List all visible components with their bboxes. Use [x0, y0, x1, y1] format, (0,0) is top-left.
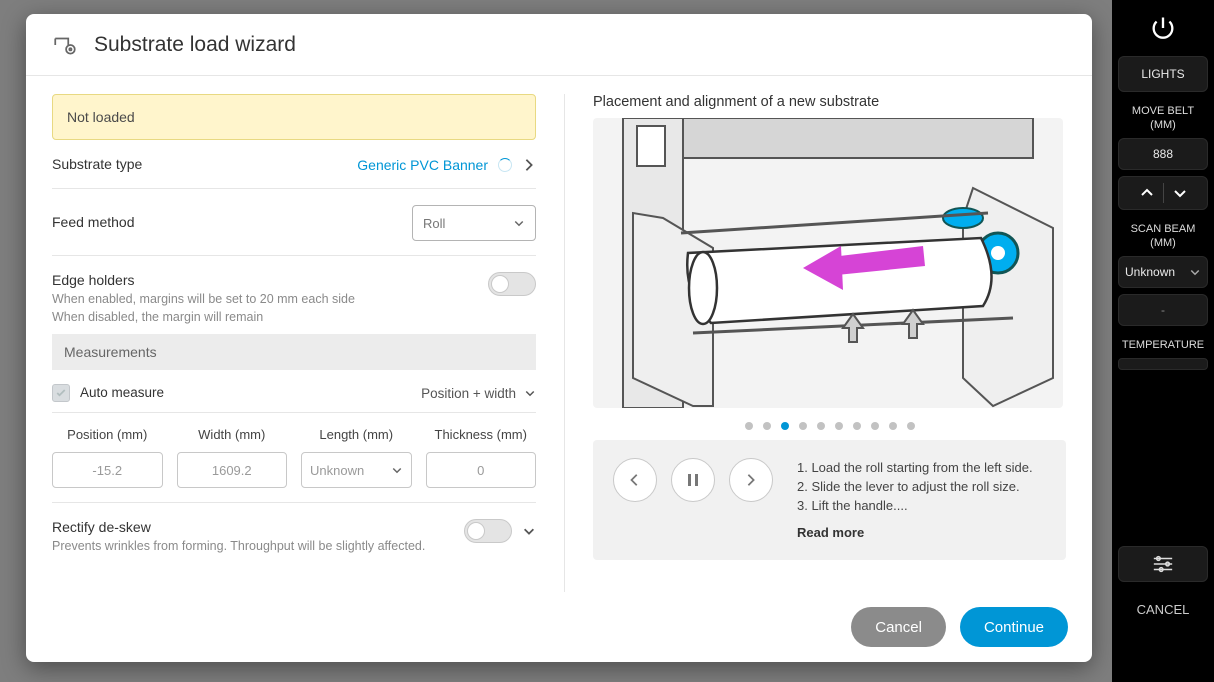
deskew-desc: Prevents wrinkles from forming. Throughp…: [52, 537, 454, 555]
edge-holders-label: Edge holders: [52, 272, 488, 288]
guide-panel: 1. Load the roll starting from the left …: [593, 440, 1066, 560]
status-banner: Not loaded: [52, 94, 536, 140]
modal-footer: Cancel Continue: [26, 592, 1092, 662]
scan-beam-label: SCAN BEAM (MM): [1118, 222, 1208, 250]
chevron-left-icon: [628, 473, 642, 487]
chevron-down-icon: [391, 464, 403, 476]
substrate-type-label: Substrate type: [52, 156, 142, 172]
carousel-prev-button[interactable]: [613, 458, 657, 502]
carousel-dot[interactable]: [835, 422, 843, 430]
carousel-dots: [593, 422, 1066, 430]
chevron-up-icon[interactable]: [1139, 185, 1155, 201]
wizard-right-column: Placement and alignment of a new substra…: [564, 94, 1066, 592]
carousel-dot[interactable]: [853, 422, 861, 430]
substrate-icon: [52, 32, 78, 58]
modal-title: Substrate load wizard: [94, 33, 296, 57]
substrate-illustration: [593, 118, 1063, 408]
length-select[interactable]: Unknown: [301, 452, 412, 488]
loading-spinner-icon: [498, 158, 512, 172]
measurements-grid: Position (mm) -15.2 Width (mm) 1609.2 Le…: [52, 413, 536, 503]
thickness-input[interactable]: 0: [426, 452, 537, 488]
carousel-dot[interactable]: [871, 422, 879, 430]
measurements-header: Measurements: [52, 334, 536, 370]
carousel-dot[interactable]: [763, 422, 771, 430]
carousel-next-button[interactable]: [729, 458, 773, 502]
pause-icon: [687, 473, 699, 487]
placement-title: Placement and alignment of a new substra…: [593, 94, 1066, 110]
side-cancel-button[interactable]: CANCEL: [1118, 588, 1208, 631]
chevron-down-icon: [513, 217, 525, 229]
side-control-panel: LIGHTS MOVE BELT (MM) 888 SCAN BEAM (MM)…: [1112, 0, 1214, 682]
edge-holders-row: Edge holders When enabled, margins will …: [52, 256, 536, 334]
feed-method-row: Feed method Roll: [52, 189, 536, 256]
width-label: Width (mm): [198, 427, 265, 442]
edge-holders-desc2: When disabled, the margin will remain: [52, 308, 488, 326]
modal-header: Substrate load wizard: [26, 14, 1092, 76]
scan-beam-select[interactable]: Unknown: [1118, 256, 1208, 288]
carousel-dot[interactable]: [745, 422, 753, 430]
step-1: 1. Load the roll starting from the left …: [797, 458, 1033, 477]
chevron-down-icon: [524, 387, 536, 399]
scan-beam-value2: -: [1118, 294, 1208, 326]
deskew-toggle[interactable]: [464, 519, 512, 543]
auto-measure-label: Auto measure: [80, 385, 164, 400]
step-3: 3. Lift the handle....: [797, 496, 1033, 515]
lights-button[interactable]: LIGHTS: [1118, 56, 1208, 92]
carousel-dot[interactable]: [907, 422, 915, 430]
deskew-row: Rectify de-skew Prevents wrinkles from f…: [52, 503, 536, 555]
position-input[interactable]: -15.2: [52, 452, 163, 488]
cancel-button[interactable]: Cancel: [851, 607, 946, 647]
temperature-label: TEMPERATURE: [1122, 338, 1204, 352]
chevron-right-icon: [744, 473, 758, 487]
substrate-type-value: Generic PVC Banner: [357, 157, 488, 173]
move-belt-value[interactable]: 888: [1118, 138, 1208, 170]
feed-method-select[interactable]: Roll: [412, 205, 536, 241]
carousel-dot[interactable]: [799, 422, 807, 430]
move-belt-arrows[interactable]: [1118, 176, 1208, 210]
read-more-link[interactable]: Read more: [797, 523, 1033, 542]
carousel-pause-button[interactable]: [671, 458, 715, 502]
position-label: Position (mm): [67, 427, 147, 442]
auto-measure-row: Auto measure Position + width: [52, 370, 536, 413]
chevron-down-icon[interactable]: [1172, 185, 1188, 201]
substrate-type-row[interactable]: Substrate type Generic PVC Banner: [52, 140, 536, 189]
measure-mode-select[interactable]: Position + width: [421, 386, 536, 401]
carousel-dot[interactable]: [889, 422, 897, 430]
chevron-down-icon: [1189, 266, 1201, 278]
auto-measure-checkbox[interactable]: [52, 384, 70, 402]
deskew-label: Rectify de-skew: [52, 519, 454, 535]
carousel-dot[interactable]: [817, 422, 825, 430]
edge-holders-desc1: When enabled, margins will be set to 20 …: [52, 290, 488, 308]
chevron-right-icon: [522, 158, 536, 172]
continue-button[interactable]: Continue: [960, 607, 1068, 647]
move-belt-label: MOVE BELT (MM): [1118, 104, 1208, 132]
width-input[interactable]: 1609.2: [177, 452, 288, 488]
wizard-left-column: Not loaded Substrate type Generic PVC Ba…: [52, 94, 536, 592]
chevron-down-icon[interactable]: [522, 524, 536, 538]
temperature-indicator: [1118, 358, 1208, 370]
substrate-load-wizard-modal: Substrate load wizard Not loaded Substra…: [26, 14, 1092, 662]
length-label: Length (mm): [319, 427, 393, 442]
step-2: 2. Slide the lever to adjust the roll si…: [797, 477, 1033, 496]
thickness-label: Thickness (mm): [435, 427, 527, 442]
feed-method-label: Feed method: [52, 214, 135, 230]
carousel-dot[interactable]: [781, 422, 789, 430]
settings-sliders-button[interactable]: [1118, 546, 1208, 582]
edge-holders-toggle[interactable]: [488, 272, 536, 296]
power-icon[interactable]: [1149, 14, 1177, 42]
